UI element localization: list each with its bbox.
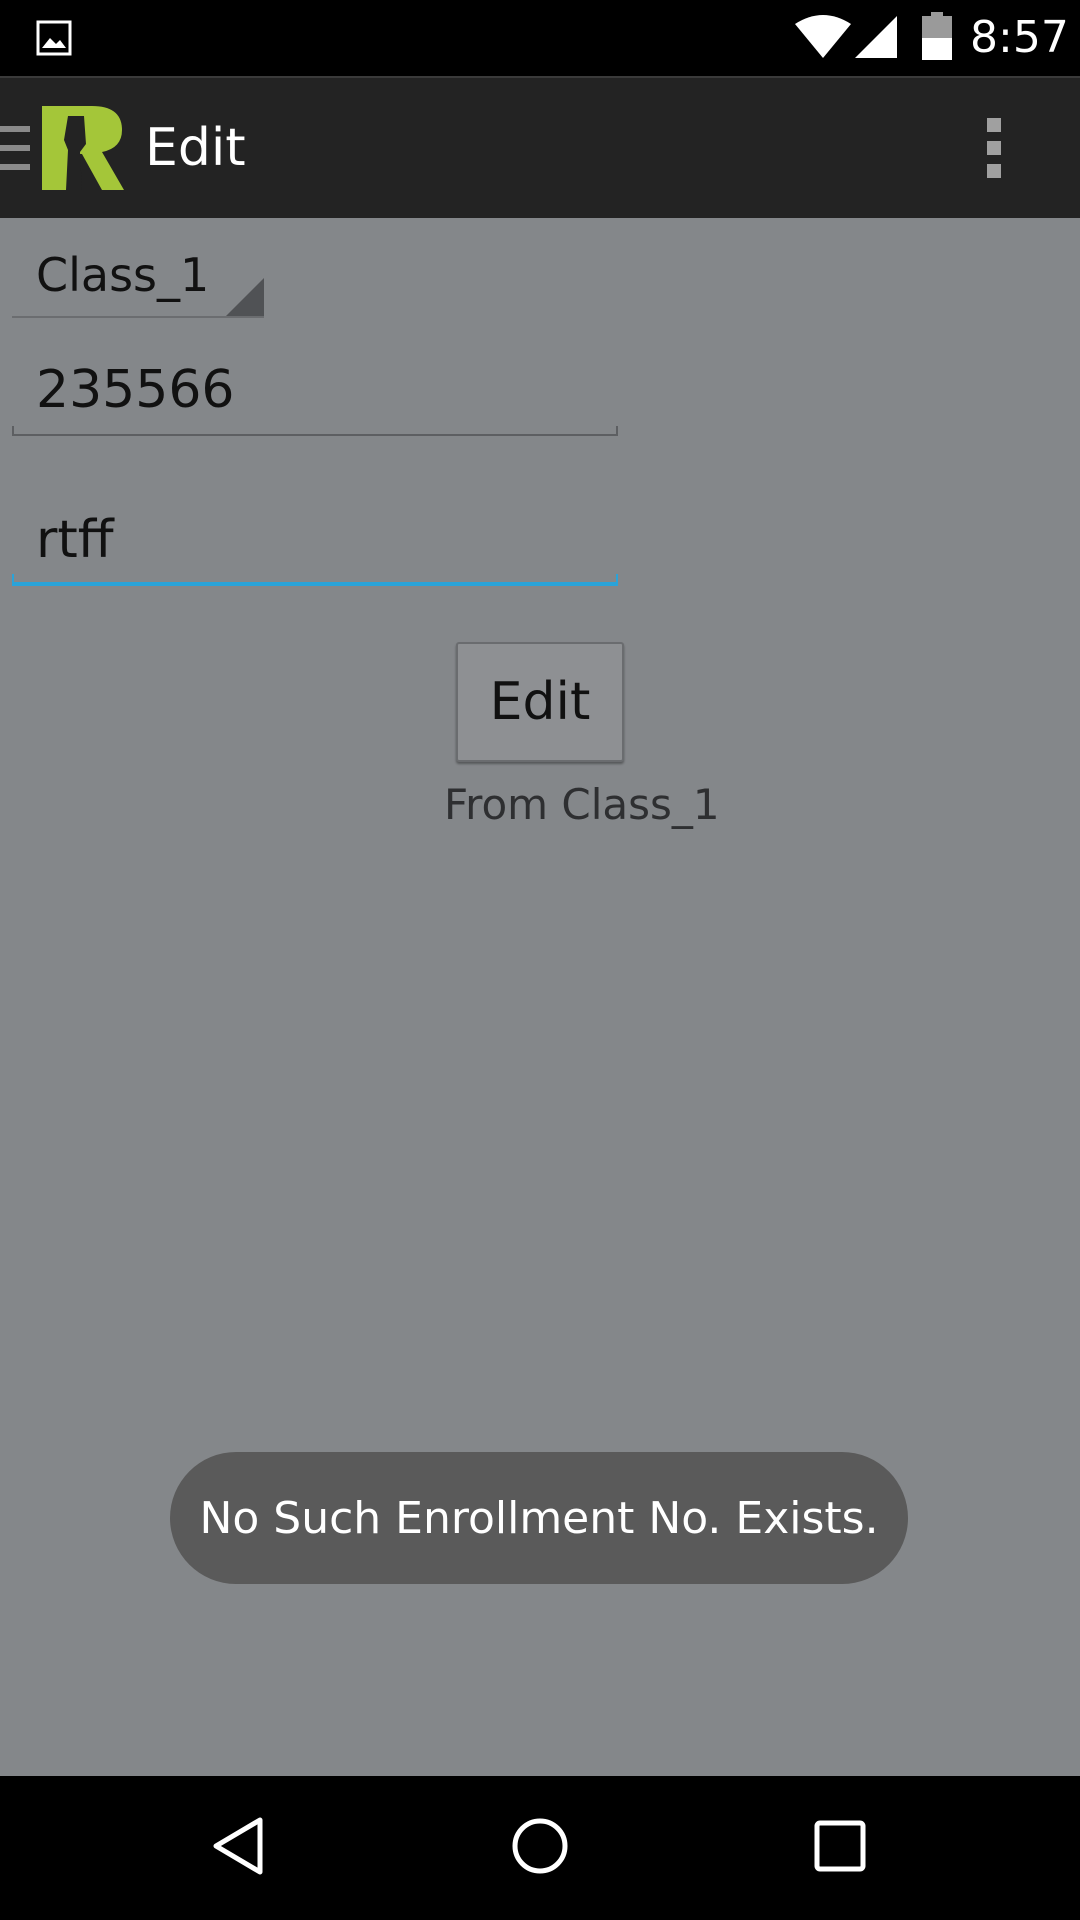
name-field-value: rtff (36, 510, 114, 570)
toast-message: No Such Enrollment No. Exists. (170, 1452, 908, 1584)
content-area: Class_1 235566 rtff Edit From Class_1 No… (0, 218, 1080, 1776)
edit-button[interactable]: Edit (456, 642, 624, 762)
home-icon[interactable] (510, 1816, 570, 1881)
back-icon[interactable] (210, 1816, 266, 1881)
navigation-bar (0, 1776, 1080, 1920)
page-title: Edit (145, 118, 246, 178)
field-underline-focused (12, 574, 618, 586)
signal-icon (855, 14, 899, 65)
field-underline (12, 426, 618, 436)
gallery-icon (36, 20, 72, 61)
spinner-arrow-icon (226, 278, 264, 316)
battery-icon (922, 12, 952, 65)
app-logo[interactable] (42, 106, 126, 195)
wifi-icon (795, 14, 851, 65)
drawer-icon[interactable] (0, 126, 30, 175)
recents-icon[interactable] (812, 1818, 868, 1879)
class-spinner[interactable]: Class_1 (12, 238, 264, 318)
name-field[interactable]: rtff (12, 496, 618, 586)
status-bar: 8:57 (0, 0, 1080, 76)
class-spinner-value: Class_1 (36, 248, 210, 302)
action-bar: Edit (0, 76, 1080, 218)
from-class-label: From Class_1 (444, 780, 720, 829)
overflow-menu-icon[interactable] (985, 116, 1005, 185)
enrollment-number-value: 235566 (36, 360, 235, 420)
enrollment-number-field[interactable]: 235566 (12, 346, 618, 436)
status-time: 8:57 (970, 12, 1069, 63)
